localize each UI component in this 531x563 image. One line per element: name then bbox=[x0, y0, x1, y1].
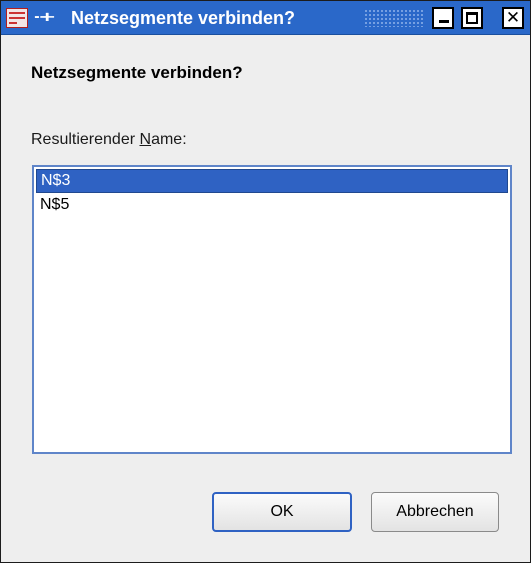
pin-icon[interactable]: -⊣⊢ bbox=[33, 10, 63, 26]
cancel-button[interactable]: Abbrechen bbox=[371, 492, 499, 532]
list-item-n5[interactable]: N$5 bbox=[36, 193, 508, 217]
ok-button[interactable]: OK bbox=[212, 492, 352, 532]
name-listbox[interactable]: N$3 N$5 bbox=[32, 165, 512, 454]
result-name-label: Resultierender Name: bbox=[31, 131, 187, 149]
dialog-heading: Netzsegmente verbinden? bbox=[31, 63, 243, 82]
app-icon[interactable] bbox=[6, 8, 28, 28]
label-prefix: Resultierender bbox=[31, 131, 140, 148]
label-suffix: ame: bbox=[151, 131, 187, 148]
maximize-icon bbox=[466, 12, 478, 24]
title-bar[interactable]: -⊣⊢ Netzsegmente verbinden? ✕ bbox=[1, 1, 530, 35]
window-title: Netzsegmente verbinden? bbox=[71, 8, 296, 28]
dialog-window: -⊣⊢ Netzsegmente verbinden? ✕ Netzsegmen… bbox=[0, 0, 531, 563]
minimize-icon bbox=[439, 20, 449, 23]
minimize-button[interactable] bbox=[432, 7, 454, 29]
list-item-n3[interactable]: N$3 bbox=[36, 169, 508, 193]
title-bar-grip bbox=[364, 9, 424, 27]
close-icon: ✕ bbox=[505, 8, 521, 28]
close-button[interactable]: ✕ bbox=[502, 7, 524, 29]
label-mnemonic: N bbox=[139, 131, 152, 148]
maximize-button[interactable] bbox=[461, 7, 483, 29]
